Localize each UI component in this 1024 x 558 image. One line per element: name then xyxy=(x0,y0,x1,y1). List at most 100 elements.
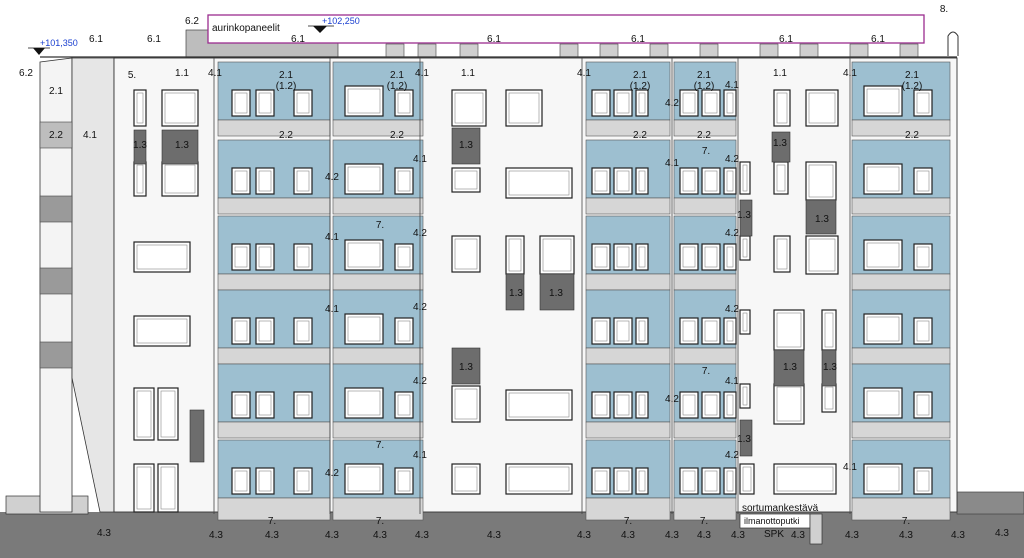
solar-support xyxy=(649,43,669,58)
window xyxy=(451,385,481,423)
annotation-label: 1.3 xyxy=(783,362,797,373)
annotation-label: 1.3 xyxy=(737,210,751,221)
dark-panel xyxy=(189,409,205,463)
balcony-slab xyxy=(673,197,737,215)
balcony-slab xyxy=(851,197,951,215)
window xyxy=(133,241,191,273)
balcony-slab xyxy=(673,421,737,439)
window xyxy=(133,89,147,127)
window xyxy=(723,243,737,271)
solar-support xyxy=(599,43,619,58)
annotation-label: 4.2 xyxy=(725,228,739,239)
annotation-label: 6.1 xyxy=(487,34,501,45)
annotation-label: 4.1 xyxy=(725,376,739,387)
balcony-slab xyxy=(332,421,424,439)
annotation-label: 4.2 xyxy=(725,154,739,165)
annotation-label: 8. xyxy=(940,4,948,15)
window xyxy=(505,167,573,199)
annotation-label: (1.2) xyxy=(694,81,715,92)
annotation-label: 4.2 xyxy=(325,468,339,479)
annotation-label: 1.3 xyxy=(175,140,189,151)
window xyxy=(723,167,737,195)
annotation-label: 4.1 xyxy=(413,450,427,461)
window xyxy=(344,163,384,195)
solar-panel-outline xyxy=(207,14,925,44)
annotation-label: 4.3 xyxy=(209,530,223,541)
annotation-label: 4.2 xyxy=(413,302,427,313)
annotation-label: 7. xyxy=(376,440,384,451)
window xyxy=(451,89,487,127)
window xyxy=(344,313,384,345)
balcony-slab xyxy=(851,273,951,291)
balcony-slab xyxy=(851,347,951,365)
annotation-label: 2.2 xyxy=(49,130,63,141)
annotation-label: 1.3 xyxy=(773,138,787,149)
balcony-slab xyxy=(673,273,737,291)
window xyxy=(635,467,649,495)
solar-panels-label: aurinkopaneelit xyxy=(212,23,280,34)
annex-panel xyxy=(39,267,73,295)
window xyxy=(739,383,751,409)
balcony-slab xyxy=(332,347,424,365)
solar-support xyxy=(799,43,819,58)
level-marker-left xyxy=(33,48,45,55)
window xyxy=(133,161,147,197)
annotation-label: 4.3 xyxy=(577,530,591,541)
annotation-label: 4.3 xyxy=(731,530,745,541)
annotation-label: 6.1 xyxy=(631,34,645,45)
annotation-label: 4.1 xyxy=(208,68,222,79)
roof-railing xyxy=(947,31,959,56)
balcony-slab xyxy=(217,347,331,365)
intake-label: ilmanottoputki xyxy=(744,516,800,526)
annotation-label: (1.2) xyxy=(630,81,651,92)
right-wall-stub xyxy=(956,491,1024,515)
window xyxy=(773,463,837,495)
solar-panel-supports xyxy=(385,43,919,58)
balcony-slab xyxy=(673,347,737,365)
balcony-slab xyxy=(332,119,424,137)
balcony-slab xyxy=(585,273,671,291)
window xyxy=(739,309,751,335)
window xyxy=(451,235,481,273)
annotation-label: 6.1 xyxy=(291,34,305,45)
solar-support xyxy=(899,43,919,58)
annotation-label: 4.1 xyxy=(843,68,857,79)
annotation-label: 4.3 xyxy=(325,530,339,541)
annotation-label: 7. xyxy=(702,146,710,157)
window xyxy=(821,309,837,351)
window xyxy=(344,387,384,419)
annotation-label: 1.3 xyxy=(509,288,523,299)
annotation-label: 6.1 xyxy=(871,34,885,45)
solar-support xyxy=(417,43,437,58)
window xyxy=(723,391,737,419)
level-text-left: +101,350 xyxy=(40,38,78,48)
window xyxy=(344,239,384,271)
balcony-slab xyxy=(217,273,331,291)
annotation-label: (1.2) xyxy=(902,81,923,92)
balcony-slab xyxy=(332,273,424,291)
window xyxy=(539,235,575,275)
window xyxy=(231,243,251,271)
annotation-label: 1.1 xyxy=(461,68,475,79)
window xyxy=(773,161,789,195)
annotation-label: 2.1 xyxy=(279,70,293,81)
solar-support xyxy=(759,43,779,58)
balcony-slab xyxy=(585,421,671,439)
annotation-label: 7. xyxy=(902,516,910,527)
window xyxy=(723,89,737,117)
facade-elevation-drawing: 2.12.2 4.16.26.1 6.15. 1.1 4.1 2.1(1.2)2.1(1.… xyxy=(0,4,1024,558)
window xyxy=(863,387,903,419)
annotation-label: 7. xyxy=(376,516,384,527)
window xyxy=(344,463,384,495)
balcony-slab xyxy=(332,197,424,215)
annotation-label: 7. xyxy=(702,366,710,377)
annotation-label: 4.3 xyxy=(791,530,805,541)
window xyxy=(231,167,251,195)
window xyxy=(231,467,251,495)
window xyxy=(739,161,751,195)
window xyxy=(451,463,481,495)
level-text-roof: +102,250 xyxy=(322,16,360,26)
fence-label: sortumankestävä xyxy=(742,503,819,514)
annotation-label: 6.1 xyxy=(89,34,103,45)
annotation-label: 7. xyxy=(376,220,384,231)
